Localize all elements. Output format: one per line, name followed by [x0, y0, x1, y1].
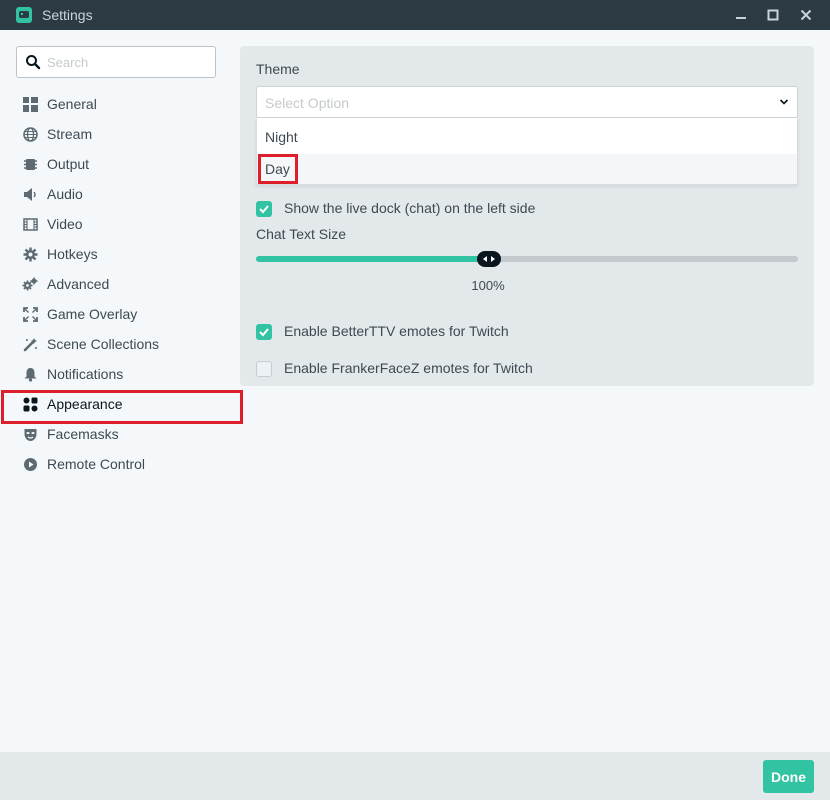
settings-nav: General Stream Output Audio Video Hotkey…	[0, 89, 243, 479]
theme-option-day[interactable]: Day	[257, 154, 797, 184]
drag-handle-icon	[483, 256, 496, 262]
sidebar-item-label: Notifications	[47, 366, 124, 382]
sidebar-item-hotkeys[interactable]: Hotkeys	[0, 239, 240, 269]
expand-icon	[22, 306, 38, 322]
live-dock-label: Show the live dock (chat) on the left si…	[284, 200, 536, 216]
sidebar-item-appearance[interactable]: Appearance	[0, 389, 243, 424]
search-icon	[26, 55, 41, 70]
sidebar-item-label: Output	[47, 156, 90, 172]
palette-icon	[22, 396, 38, 412]
chat-text-size-label: Chat Text Size	[256, 226, 347, 242]
theme-select-placeholder: Select Option	[265, 95, 350, 111]
sidebar-item-scene-collections[interactable]: Scene Collections	[0, 329, 240, 359]
sidebar-item-general[interactable]: General	[0, 89, 240, 119]
sidebar-item-game-overlay[interactable]: Game Overlay	[0, 299, 240, 329]
sidebar-item-label: Audio	[47, 186, 83, 202]
chat-text-size-value: 100%	[471, 278, 505, 293]
checkmark-icon	[259, 328, 269, 337]
sidebar-item-audio[interactable]: Audio	[0, 179, 240, 209]
magic-wand-icon	[22, 336, 38, 352]
theme-option-label: Night	[265, 129, 298, 145]
ffz-label: Enable FrankerFaceZ emotes for Twitch	[284, 360, 533, 376]
slider-handle[interactable]	[477, 251, 502, 267]
globe-icon	[22, 126, 38, 142]
checkmark-icon	[259, 205, 269, 214]
chevron-down-icon	[779, 99, 789, 105]
sidebar-item-advanced[interactable]: Advanced	[0, 269, 240, 299]
close-button[interactable]	[789, 0, 823, 30]
sidebar-item-remote-control[interactable]: Remote Control	[0, 449, 240, 479]
appearance-panel: Theme Select Option Night Day Show the l…	[240, 46, 814, 386]
sidebar-item-label: Appearance	[47, 396, 123, 412]
sidebar-item-label: Remote Control	[47, 456, 146, 472]
sidebar-item-label: Video	[47, 216, 83, 232]
mask-icon	[22, 426, 38, 442]
search-box[interactable]	[16, 46, 216, 78]
gears-icon	[22, 276, 38, 292]
done-button[interactable]: Done	[763, 760, 814, 793]
sidebar-item-label: Scene Collections	[47, 336, 160, 352]
slider-fill	[256, 256, 490, 262]
bttv-checkbox[interactable]	[256, 324, 272, 340]
sidebar-item-label: Hotkeys	[47, 246, 98, 262]
minimize-icon	[736, 17, 746, 19]
sidebar-item-label: Game Overlay	[47, 306, 138, 322]
bttv-label: Enable BetterTTV emotes for Twitch	[284, 323, 509, 339]
sidebar-item-label: Stream	[47, 126, 93, 142]
gear-icon	[22, 246, 38, 262]
sidebar-item-label: Facemasks	[47, 426, 119, 442]
sidebar-item-video[interactable]: Video	[0, 209, 240, 239]
maximize-button[interactable]	[756, 0, 790, 30]
play-circle-icon	[22, 456, 38, 472]
theme-label: Theme	[256, 61, 300, 77]
chip-icon	[22, 156, 38, 172]
sidebar-item-notifications[interactable]: Notifications	[0, 359, 240, 389]
ffz-checkbox[interactable]	[256, 361, 272, 377]
search-input[interactable]	[47, 51, 207, 73]
app-logo-icon	[16, 7, 32, 23]
grid-icon	[22, 96, 38, 112]
live-dock-checkbox[interactable]	[256, 201, 272, 217]
window-title: Settings	[42, 7, 93, 23]
bell-icon	[22, 366, 38, 382]
title-bar: Settings	[0, 0, 830, 30]
theme-select[interactable]: Select Option	[256, 86, 798, 118]
sidebar-item-label: Advanced	[47, 276, 110, 292]
sidebar-item-output[interactable]: Output	[0, 149, 240, 179]
sidebar-item-stream[interactable]: Stream	[0, 119, 240, 149]
footer-bar: Done	[0, 752, 830, 800]
theme-option-night[interactable]: Night	[257, 122, 797, 152]
film-icon	[22, 216, 38, 232]
chat-text-size-slider[interactable]	[256, 251, 798, 267]
theme-dropdown: Night Day	[256, 118, 798, 185]
close-icon	[800, 9, 812, 21]
maximize-icon	[767, 9, 779, 21]
highlight-box	[258, 154, 298, 184]
minimize-button[interactable]	[724, 0, 758, 30]
speaker-icon	[22, 186, 38, 202]
sidebar-item-facemasks[interactable]: Facemasks	[0, 419, 240, 449]
sidebar-item-label: General	[47, 96, 97, 112]
